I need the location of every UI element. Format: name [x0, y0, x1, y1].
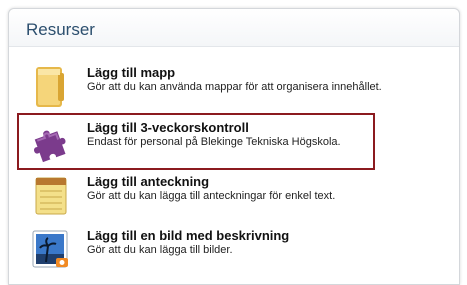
panel-header: Resurser	[9, 9, 459, 47]
add-folder-item[interactable]: Lägg till mapp Gör att du kan använda ma…	[30, 65, 390, 119]
item-title[interactable]: Lägg till anteckning	[87, 174, 209, 189]
add-image-item[interactable]: Lägg till en bild med beskrivning Gör at…	[30, 228, 390, 282]
panel-title: Resurser	[26, 20, 95, 39]
item-title[interactable]: Lägg till 3-veckorskontroll	[87, 120, 249, 135]
item-description: Gör att du kan lägga till anteckningar f…	[87, 190, 336, 202]
add-note-item[interactable]: Lägg till anteckning Gör att du kan lägg…	[30, 174, 390, 228]
item-description: Endast för personal på Blekinge Tekniska…	[87, 136, 341, 148]
puzzle-piece-icon	[30, 120, 74, 164]
item-description: Gör att du kan lägga till bilder.	[87, 244, 233, 256]
picture-icon	[30, 228, 74, 272]
notepad-icon	[30, 174, 74, 218]
item-title[interactable]: Lägg till mapp	[87, 65, 175, 80]
folder-icon	[30, 65, 74, 109]
item-title[interactable]: Lägg till en bild med beskrivning	[87, 228, 289, 243]
item-description: Gör att du kan använda mappar för att or…	[87, 81, 382, 93]
add-3-week-check-item[interactable]: Lägg till 3-veckorskontroll Endast för p…	[30, 120, 390, 174]
